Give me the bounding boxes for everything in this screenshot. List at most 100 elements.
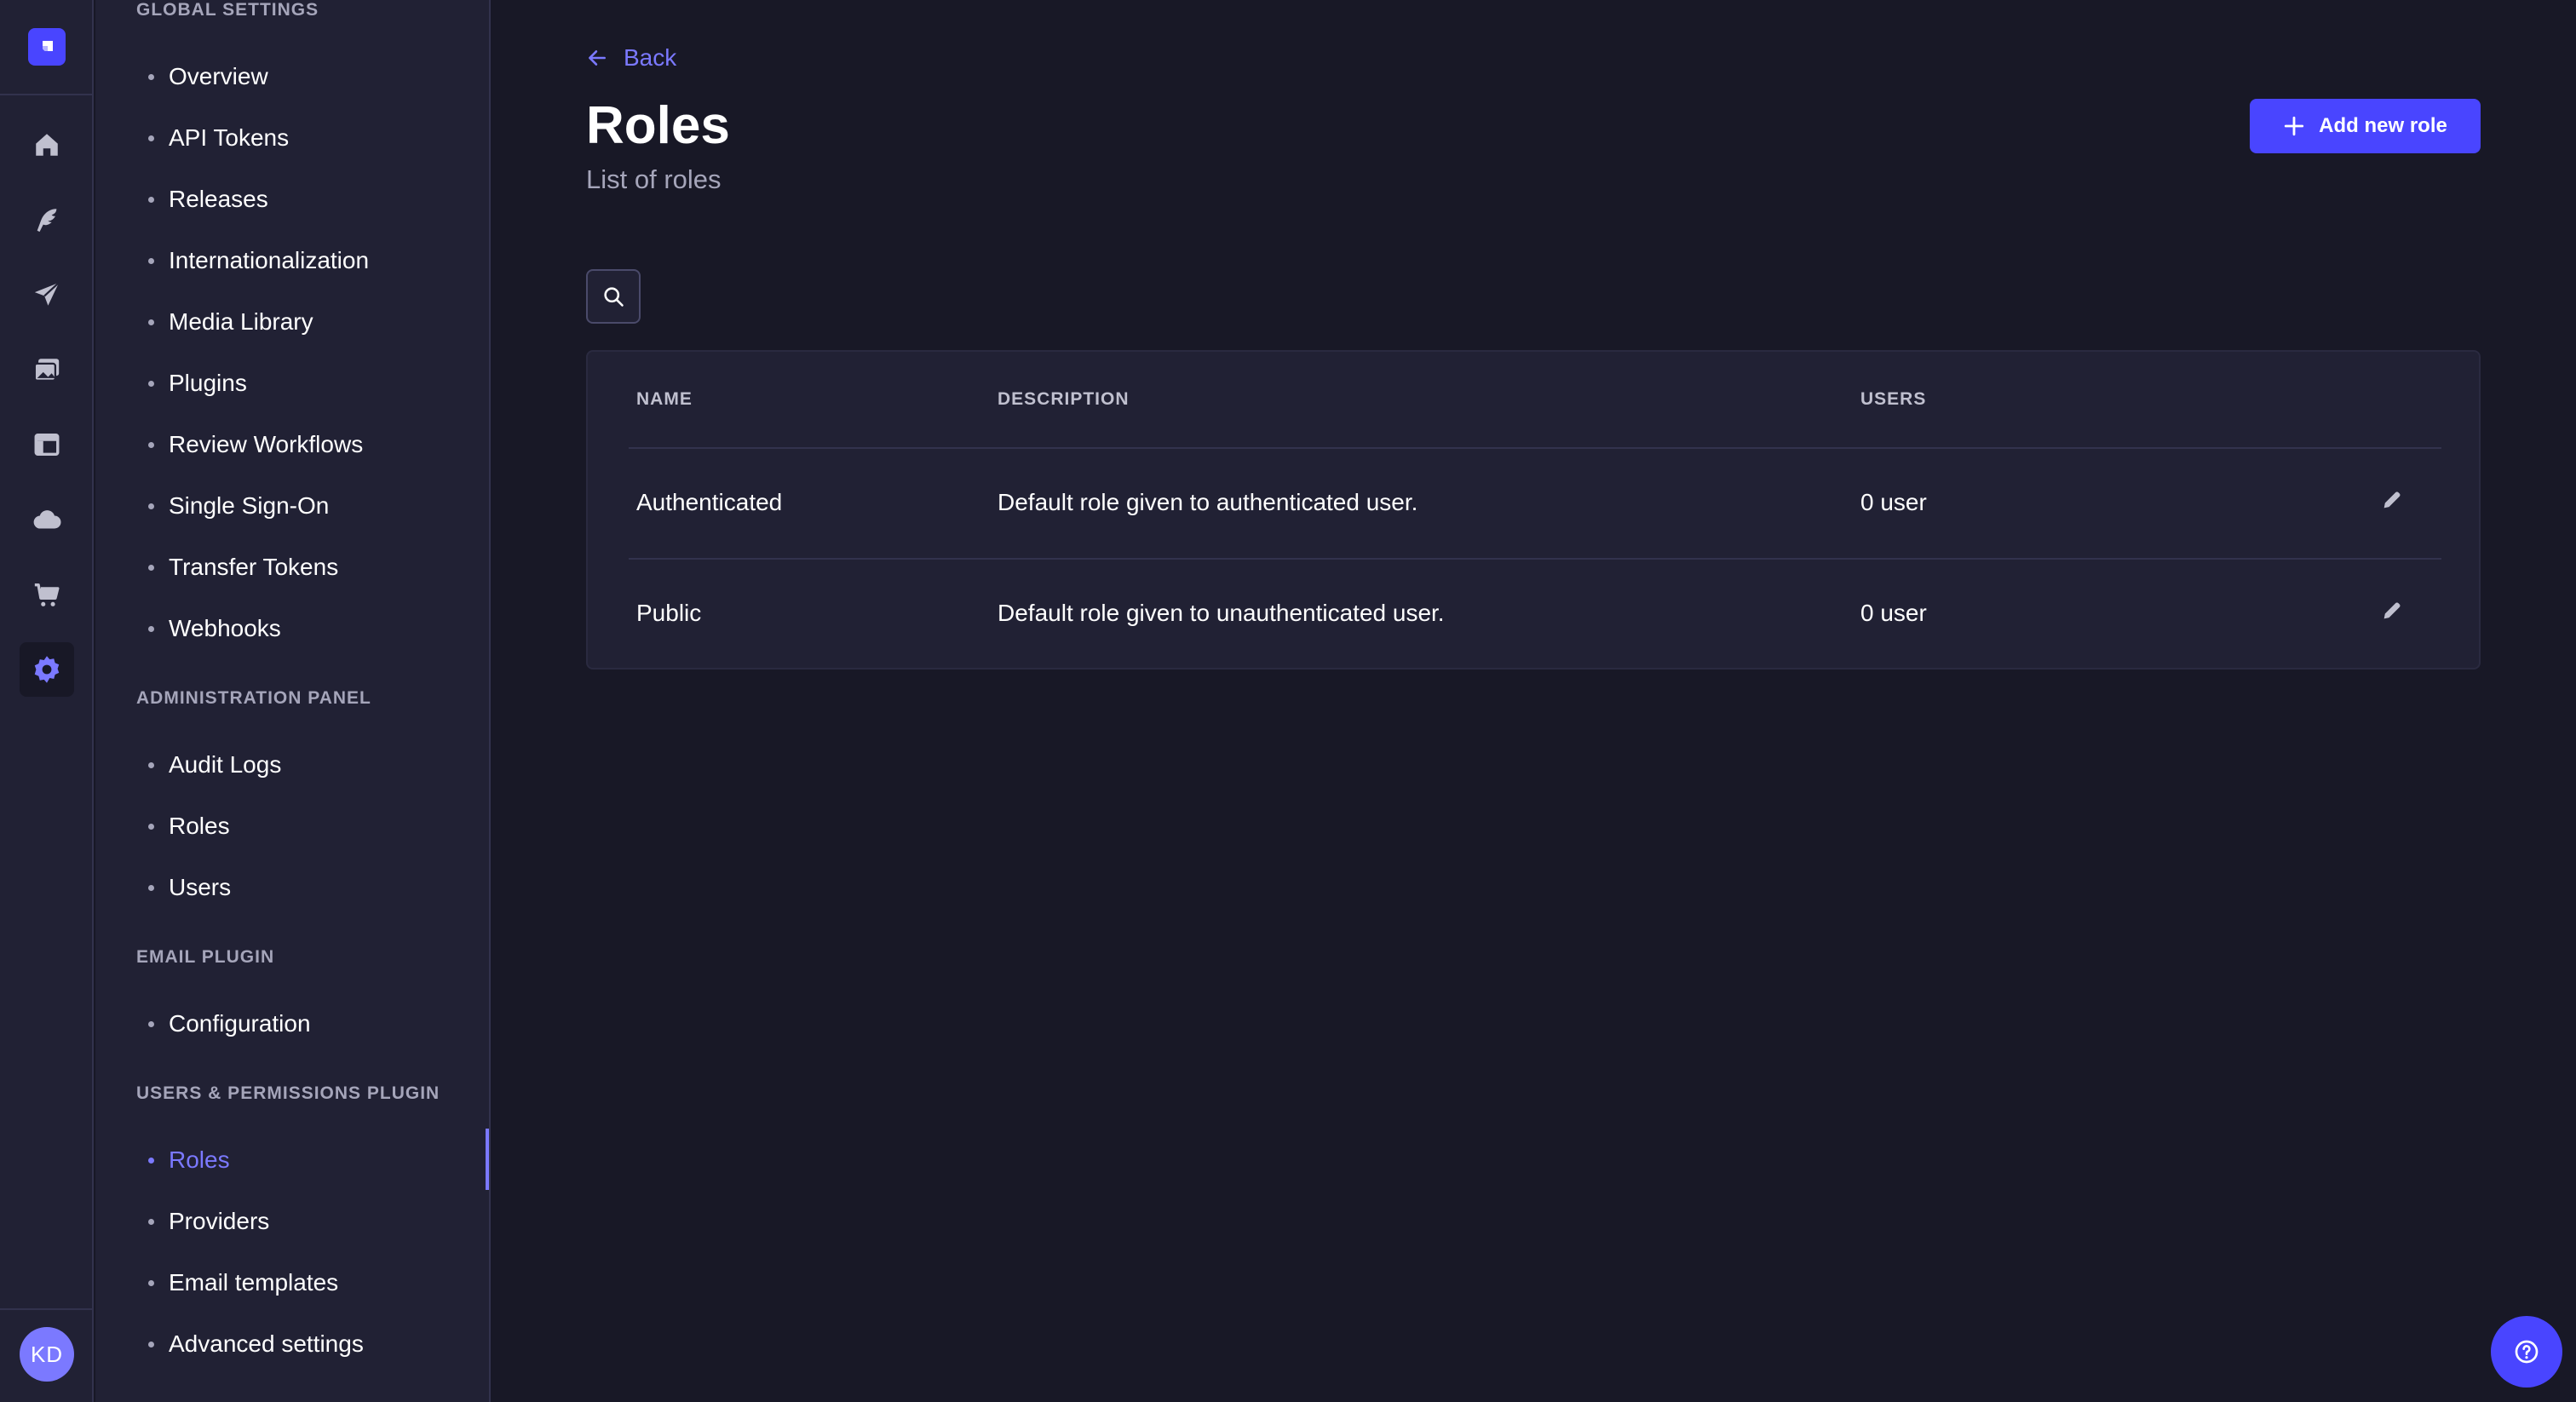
subnav-item-audit-logs[interactable]: Audit Logs <box>148 748 281 782</box>
subnav-item-internationalization[interactable]: Internationalization <box>148 244 369 278</box>
subnav-item-label: Review Workflows <box>169 431 364 457</box>
role-description: Default role given to unauthenticated us… <box>998 600 1445 626</box>
cloud-icon <box>33 510 61 529</box>
column-header-description: DESCRIPTION <box>998 389 1130 409</box>
subnav-item-label: Releases <box>169 186 268 212</box>
subnav-item-single-sign-on[interactable]: Single Sign-On <box>148 489 329 523</box>
bullet <box>148 196 154 203</box>
add-new-role-label: Add new role <box>2319 114 2447 137</box>
settings-subnav: GLOBAL SETTINGS Overview API Tokens Rele… <box>95 0 491 1402</box>
cloud-nav-button[interactable] <box>20 492 74 547</box>
bullet <box>148 319 154 325</box>
subnav-item-review-workflows[interactable]: Review Workflows <box>148 428 363 462</box>
bullet <box>148 503 154 509</box>
bullet <box>148 1157 154 1164</box>
role-users: 0 user <box>1860 600 1927 626</box>
subnav-item-label: Users <box>169 874 232 900</box>
role-name: Authenticated <box>636 489 783 515</box>
user-avatar[interactable]: KD <box>20 1327 74 1382</box>
page-subtitle: List of roles <box>586 164 722 194</box>
subnav-item-up-roles[interactable]: Roles <box>148 1143 230 1177</box>
subnav-item-label: Plugins <box>169 370 247 396</box>
main-nav-rail: KD <box>0 0 94 1402</box>
back-link[interactable]: Back <box>586 43 676 73</box>
home-icon <box>36 134 58 156</box>
marketplace-icon <box>34 583 60 606</box>
column-header-name: NAME <box>636 389 693 409</box>
subnav-item-advanced-settings[interactable]: Advanced settings <box>148 1327 364 1361</box>
subnav-item-releases[interactable]: Releases <box>148 182 268 216</box>
subnav-item-label: Roles <box>169 813 230 839</box>
subnav-item-label: Media Library <box>169 308 313 335</box>
active-indicator <box>486 1129 489 1190</box>
app-root: KD GLOBAL SETTINGS Overview API Tokens R… <box>0 0 2576 1402</box>
subnav-item-overview[interactable]: Overview <box>148 60 268 94</box>
settings-nav-button[interactable] <box>20 642 74 697</box>
subnav-item-label: Advanced settings <box>169 1330 364 1357</box>
subnav-item-configuration[interactable]: Configuration <box>148 1007 311 1041</box>
row-divider <box>629 558 2441 560</box>
rail-divider <box>0 94 94 95</box>
subnav-item-label: Overview <box>169 63 268 89</box>
plus-icon <box>2284 116 2304 136</box>
search-button[interactable] <box>586 269 641 324</box>
app-logo[interactable] <box>28 28 66 66</box>
subnav-item-media-library[interactable]: Media Library <box>148 305 313 339</box>
edit-role-button[interactable] <box>2373 592 2411 629</box>
subnav-item-admin-roles[interactable]: Roles <box>148 809 230 843</box>
pencil-icon <box>2383 491 2401 509</box>
help-button[interactable] <box>2491 1316 2562 1388</box>
pencil-icon <box>2383 602 2401 619</box>
subnav-item-plugins[interactable]: Plugins <box>148 366 247 400</box>
content-manager-nav-button[interactable] <box>20 192 74 247</box>
subnav-item-transfer-tokens[interactable]: Transfer Tokens <box>148 550 338 584</box>
subnav-item-label: Configuration <box>169 1010 311 1037</box>
bullet <box>148 564 154 571</box>
content-type-builder-icon <box>34 433 60 457</box>
bullet <box>148 884 154 891</box>
deploy-nav-button[interactable] <box>20 267 74 322</box>
home-nav-button[interactable] <box>20 118 74 172</box>
section-title-administration-panel: ADMINISTRATION PANEL <box>136 688 371 708</box>
add-new-role-button[interactable]: Add new role <box>2250 99 2481 153</box>
subnav-item-email-templates[interactable]: Email templates <box>148 1266 338 1300</box>
edit-role-button[interactable] <box>2373 481 2411 519</box>
media-library-icon <box>33 359 60 382</box>
settings-icon <box>34 656 60 683</box>
content-type-builder-nav-button[interactable] <box>20 417 74 472</box>
content-manager-icon <box>37 209 57 233</box>
marketplace-nav-button[interactable] <box>20 567 74 622</box>
subnav-item-api-tokens[interactable]: API Tokens <box>148 121 289 155</box>
subnav-item-users[interactable]: Users <box>148 871 231 905</box>
subnav-item-webhooks[interactable]: Webhooks <box>148 612 281 646</box>
rail-divider <box>0 1308 94 1310</box>
bullet <box>148 625 154 632</box>
bullet <box>148 257 154 264</box>
section-title-email-plugin: EMAIL PLUGIN <box>136 947 275 967</box>
section-title-users-permissions-plugin: USERS & PERMISSIONS PLUGIN <box>136 1083 440 1103</box>
arrow-left-icon <box>589 50 606 66</box>
column-header-users: USERS <box>1860 389 1927 409</box>
subnav-item-label: Webhooks <box>169 615 281 641</box>
section-title-global-settings: GLOBAL SETTINGS <box>136 0 319 20</box>
bullet <box>148 1218 154 1225</box>
role-name: Public <box>636 600 702 626</box>
subnav-item-label: Single Sign-On <box>169 492 330 519</box>
bullet <box>148 823 154 830</box>
subnav-item-label: API Tokens <box>169 124 290 151</box>
bullet <box>148 761 154 768</box>
bullet <box>148 135 154 141</box>
subnav-item-providers[interactable]: Providers <box>148 1204 269 1238</box>
row-divider <box>629 447 2441 449</box>
search-icon <box>604 287 624 307</box>
bullet <box>148 380 154 387</box>
subnav-item-label: Providers <box>169 1208 270 1234</box>
roles-table: NAME DESCRIPTION USERS Authenticated Def… <box>586 350 2481 669</box>
role-description: Default role given to authenticated user… <box>998 489 1418 515</box>
logo-icon <box>43 41 53 51</box>
bullet <box>148 441 154 448</box>
bullet <box>148 1279 154 1286</box>
bullet <box>148 1020 154 1027</box>
media-library-nav-button[interactable] <box>20 342 74 397</box>
role-users: 0 user <box>1860 489 1927 515</box>
